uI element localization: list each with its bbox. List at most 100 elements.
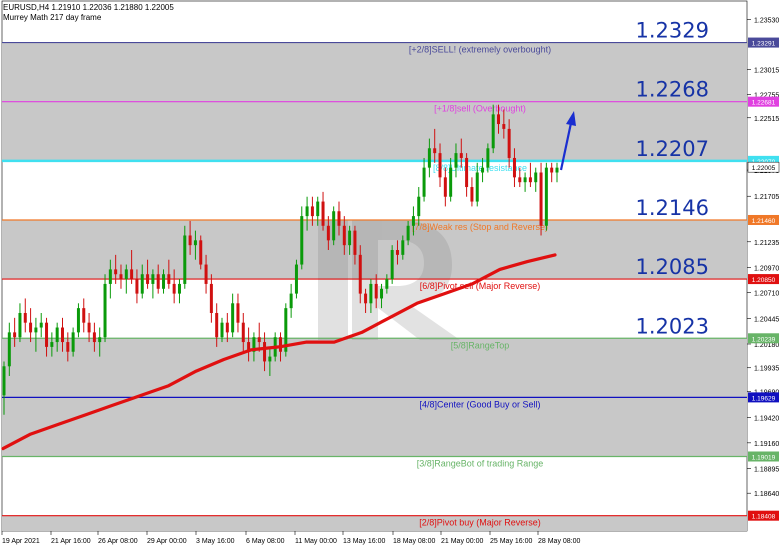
candle-body xyxy=(183,235,187,284)
candle-body xyxy=(231,303,235,333)
candle-body xyxy=(50,342,54,347)
candle-body xyxy=(539,172,543,226)
candle-body xyxy=(316,201,320,217)
candle xyxy=(76,303,80,338)
candle-body xyxy=(332,211,336,241)
level-tag-text: 1.19629 xyxy=(752,395,776,402)
candle-body xyxy=(465,157,469,188)
candle-body xyxy=(2,366,6,396)
candle-body xyxy=(374,283,378,299)
current-price-text: 1.22005 xyxy=(752,165,776,172)
candle-body xyxy=(364,293,368,304)
candle-body xyxy=(523,177,527,183)
candle-body xyxy=(279,337,282,352)
time-tick-label: 11 May 00:00 xyxy=(295,538,337,545)
big-level-label: 1.2023 xyxy=(636,314,709,338)
candle-body xyxy=(98,337,102,343)
time-tick-label: 28 May 08:00 xyxy=(538,538,581,545)
candle-body xyxy=(167,274,171,284)
candle-body xyxy=(555,167,559,173)
candle-body xyxy=(135,279,139,294)
price-tick-label: 1.22515 xyxy=(754,116,779,123)
candle-body xyxy=(470,187,474,202)
time-tick-label: 19 Apr 2021 xyxy=(2,538,40,545)
price-tick-label: 1.21705 xyxy=(754,194,779,201)
candle-body xyxy=(204,264,208,284)
big-level-label: 1.2146 xyxy=(636,196,709,220)
price-tick-label: 1.19935 xyxy=(754,366,779,373)
price-tick-label: 1.23530 xyxy=(754,17,779,24)
time-tick-label: 3 May 16:00 xyxy=(196,538,235,545)
symbol-info: EURUSD,H4 1.21910 1.22036 1.21880 1.2200… xyxy=(3,3,174,12)
candle-body xyxy=(300,216,304,265)
candle-body xyxy=(337,211,341,226)
candle-body xyxy=(534,172,538,183)
candle-body xyxy=(60,327,64,343)
candle-body xyxy=(380,288,384,299)
level-tag-text: 1.22681 xyxy=(752,100,776,107)
candle-body xyxy=(241,322,245,343)
candle-body xyxy=(497,114,501,125)
candle-body xyxy=(422,167,426,197)
candle xyxy=(544,162,548,231)
candle-body xyxy=(220,322,224,338)
candle-body xyxy=(395,250,399,255)
level-tag-text: 1.21460 xyxy=(752,218,776,225)
candle-body xyxy=(443,177,447,197)
candle-body xyxy=(172,283,176,294)
candle-body xyxy=(76,308,80,333)
time-tick-label: 26 Apr 08:00 xyxy=(98,538,138,545)
price-tick-label: 1.21235 xyxy=(754,240,779,247)
murrey-label: [8/8]Ultimate resistance xyxy=(433,163,527,173)
candle-body xyxy=(13,332,17,338)
price-tick-label: 1.20710 xyxy=(754,291,779,298)
candle-body xyxy=(491,114,495,149)
candle-body xyxy=(130,269,134,280)
time-tick-label: 13 May 16:00 xyxy=(343,538,386,545)
candle-body xyxy=(7,332,11,367)
price-tick-label: 1.23015 xyxy=(754,67,779,74)
candle-body xyxy=(236,303,240,323)
candle xyxy=(103,274,107,343)
murrey-label: [5/8]RangeTop xyxy=(451,340,510,350)
candle-body xyxy=(188,235,192,246)
candle xyxy=(539,162,543,236)
murrey-label: [+2/8]SELL! (extremely overbought) xyxy=(409,45,551,55)
time-tick-label: 25 May 16:00 xyxy=(490,538,533,545)
candle-body xyxy=(92,332,96,343)
candle-body xyxy=(103,283,107,338)
candle-body xyxy=(358,254,362,294)
candle-body xyxy=(225,322,229,333)
candle-body xyxy=(119,274,123,280)
candle-body xyxy=(411,216,415,226)
candle-body xyxy=(486,148,490,168)
candle-body xyxy=(151,274,155,284)
candle-body xyxy=(156,274,160,289)
level-tag-text: 1.20850 xyxy=(752,277,776,284)
candle-body xyxy=(215,312,219,338)
candle-body xyxy=(401,240,405,255)
candle-body xyxy=(390,250,394,280)
level-tag-text: 1.18408 xyxy=(752,514,776,521)
price-chart[interactable]: 1.235301.230151.227551.225151.219751.217… xyxy=(0,0,782,548)
candle-body xyxy=(518,177,522,183)
candle-body xyxy=(263,342,267,362)
candle-body xyxy=(87,322,91,333)
candle-body xyxy=(124,269,128,280)
candle-body xyxy=(342,225,346,246)
candle-body xyxy=(140,274,144,294)
candle-body xyxy=(475,172,479,202)
price-tick-label: 1.19420 xyxy=(754,416,779,423)
candle-body xyxy=(433,148,437,154)
candle xyxy=(199,235,203,270)
candle-body xyxy=(268,356,272,362)
candle-body xyxy=(39,322,43,328)
candle xyxy=(390,245,394,284)
candle-body xyxy=(257,337,261,343)
time-tick-label: 6 May 08:00 xyxy=(246,538,285,545)
candle-body xyxy=(71,332,75,352)
candle-body xyxy=(114,269,118,275)
candle-body xyxy=(146,274,150,284)
level-tag-text: 1.19019 xyxy=(752,454,776,461)
candle-body xyxy=(449,167,453,197)
